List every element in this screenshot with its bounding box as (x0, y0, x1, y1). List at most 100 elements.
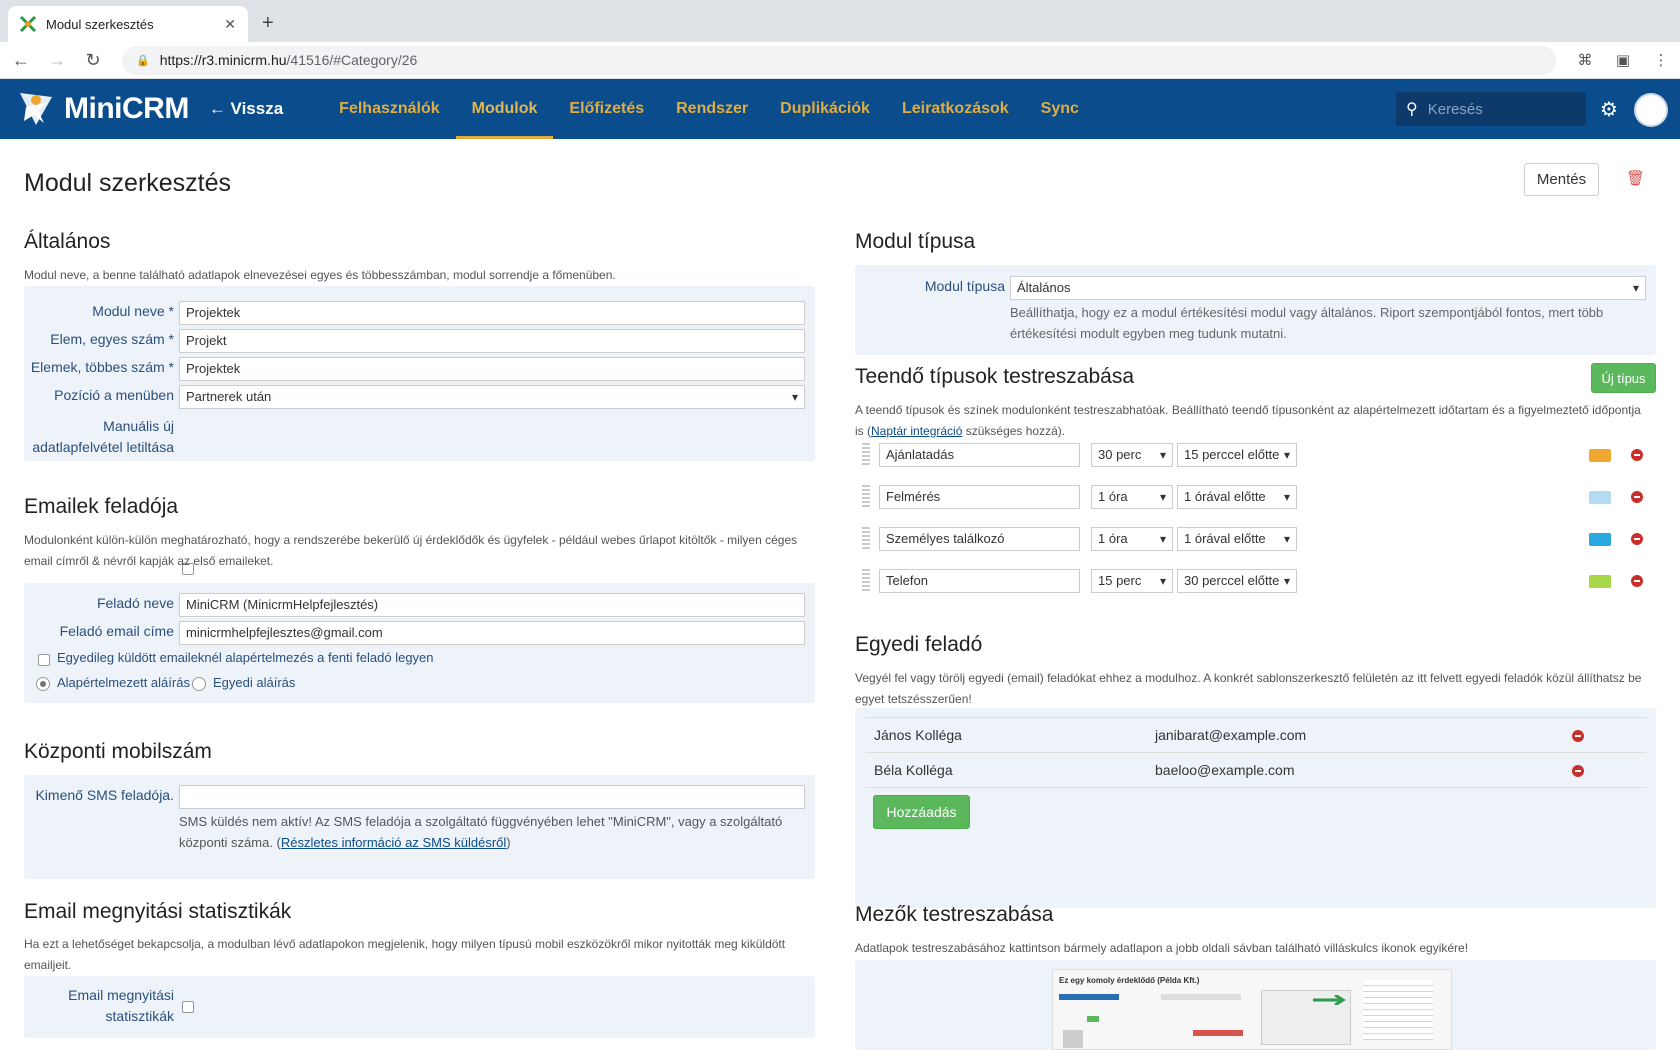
sender-row-email: janibarat@example.com (1155, 727, 1307, 743)
todo-desc-line2-suffix: szükséges hozzá). (962, 424, 1066, 438)
sig-default-label: Alapértelmezett aláírás (57, 675, 190, 690)
todo-reminder-select[interactable]: 30 perccel előtte (1177, 569, 1297, 593)
individual-default-checkbox[interactable] (38, 654, 50, 666)
sig-custom-radio[interactable] (192, 677, 206, 691)
email-sender-desc-line2: email címről & névről kapják az első ema… (24, 554, 274, 568)
nav-item-modulok[interactable]: Modulok (455, 79, 554, 139)
module-type-select[interactable]: Általános (1010, 276, 1646, 300)
fields-desc: Adatlapok testreszabásához kattintson bá… (855, 941, 1469, 955)
todo-type-name-input[interactable]: Telefon (879, 569, 1080, 593)
fields-preview-image: Ez egy komoly érdeklődő (Példa Kft.) (1052, 969, 1452, 1050)
minicrm-favicon-icon (19, 15, 37, 33)
nav-item-duplikaciok[interactable]: Duplikációk (764, 79, 886, 139)
position-label: Pozíció a menüben (54, 387, 174, 403)
preview-arrow-icon (1313, 992, 1349, 1007)
singular-input[interactable]: Projekt (179, 329, 805, 353)
todo-reminder-select[interactable]: 15 perccel előtte (1177, 443, 1297, 467)
email-sender-desc: Modulonként külön-külön meghatározható, … (24, 530, 824, 572)
todo-type-name-input[interactable]: Felmérés (879, 485, 1080, 509)
search-input[interactable]: ⚲ Keresés (1396, 92, 1586, 126)
sms-note-line1: SMS küldés nem aktív! Az SMS feladója a … (179, 814, 783, 829)
remove-todo-type-icon[interactable] (1631, 449, 1643, 461)
stats-desc-line1: Ha ezt a lehetőséget bekapcsolja, a modu… (24, 937, 786, 951)
email-sender-title: Emailek feladója (24, 495, 179, 518)
todo-duration-select[interactable]: 1 óra (1091, 485, 1173, 509)
todo-duration-select[interactable]: 1 óra (1091, 527, 1173, 551)
todo-duration-select[interactable]: 30 perc (1091, 443, 1173, 467)
todo-reminder-select[interactable]: 1 órával előtte (1177, 485, 1297, 509)
todo-color-swatch[interactable] (1589, 491, 1611, 504)
sms-note: SMS küldés nem aktív! Az SMS feladója a … (179, 811, 809, 853)
avatar[interactable] (1634, 93, 1668, 127)
add-sender-button[interactable]: Hozzáadás (873, 795, 970, 829)
url-field[interactable]: 🔒 https://r3.minicrm.hu/41516/#Category/… (122, 45, 1556, 75)
custom-sender-desc-line1: Vegyél fel vagy törölj egyedi (email) fe… (855, 671, 1642, 685)
page-title: Modul szerkesztés (24, 169, 232, 197)
sig-default-radio[interactable] (36, 677, 50, 691)
sender-email-input[interactable]: minicrmhelpfejlesztes@gmail.com (179, 621, 805, 645)
sms-note-line2-suffix: ) (506, 835, 511, 850)
custom-sender-desc: Vegyél fel vagy törölj egyedi (email) fe… (855, 668, 1655, 710)
nav-item-felhasznalok[interactable]: Felhasználók (323, 79, 455, 139)
drag-handle-icon[interactable] (862, 527, 870, 549)
new-tab-icon[interactable]: + (262, 12, 274, 35)
preview-todo-badge (1087, 1016, 1099, 1022)
sender-name-input[interactable]: MiniCRM (MinicrmHelpfejlesztés) (179, 593, 805, 617)
remove-todo-type-icon[interactable] (1631, 491, 1643, 503)
drag-handle-icon[interactable] (862, 569, 870, 591)
sms-input[interactable] (179, 785, 805, 809)
custom-sender-desc-line2: egyet tetszésszerűen! (855, 692, 972, 706)
nav-item-sync[interactable]: Sync (1025, 79, 1095, 139)
todo-color-swatch[interactable] (1589, 449, 1611, 462)
remove-todo-type-icon[interactable] (1631, 533, 1643, 545)
position-select[interactable]: Partnerek után (179, 385, 805, 409)
sender-email-label: Feladó email címe (59, 623, 174, 639)
todo-color-swatch[interactable] (1589, 575, 1611, 588)
sender-name-label: Feladó neve (96, 595, 174, 611)
save-button[interactable]: Mentés (1524, 163, 1599, 196)
brand-name: MiniCRM (64, 92, 189, 125)
todo-type-name-input[interactable]: Személyes találkozó (879, 527, 1080, 551)
back-link[interactable]: ← Vissza (209, 99, 283, 119)
todo-type-name-input[interactable]: Ajánlatadás (879, 443, 1080, 467)
module-type-help-line1: Beállíthatja, hogy ez a modul értékesíté… (1010, 305, 1604, 320)
translate-icon[interactable]: ⌘ (1566, 51, 1604, 69)
clipboard-icon[interactable]: ▣ (1604, 51, 1642, 69)
page-content: Modul szerkesztés Mentés 🗑 Általános Mod… (0, 139, 1680, 1050)
drag-handle-icon[interactable] (862, 443, 870, 465)
app-header: MiniCRM ← Vissza Felhasználók Modulok El… (0, 79, 1680, 139)
remove-sender-icon[interactable] (1572, 765, 1584, 777)
nav-item-elofizetes[interactable]: Előfizetés (553, 79, 660, 139)
stats-checkbox[interactable] (182, 1001, 194, 1013)
browser-tab[interactable]: Modul szerkesztés ✕ (8, 6, 248, 42)
calendar-integration-link[interactable]: Naptár integráció (871, 424, 962, 438)
todo-types-desc-line1: A teendő típusok és színek modulonként t… (855, 403, 1641, 417)
drag-handle-icon[interactable] (862, 485, 870, 507)
nav-item-leiratkozasok[interactable]: Leiratkozások (886, 79, 1025, 139)
individual-default-label: Egyedileg küldött emaileknél alapértelme… (57, 650, 434, 665)
fields-title: Mezők testreszabása (855, 903, 1054, 926)
forward-arrow-icon[interactable]: → (42, 50, 72, 71)
todo-reminder-select[interactable]: 1 órával előtte (1177, 527, 1297, 551)
todo-types-desc: A teendő típusok és színek modulonként t… (855, 400, 1655, 442)
sender-row-name: János Kolléga (874, 727, 962, 743)
remove-todo-type-icon[interactable] (1631, 575, 1643, 587)
general-title: Általános (24, 230, 111, 253)
manual-label: Manuális új adatlapfelvétel letiltása (24, 416, 174, 458)
nav-item-rendszer[interactable]: Rendszer (660, 79, 764, 139)
new-type-button[interactable]: Új típus (1591, 363, 1656, 393)
minicrm-logo[interactable]: MiniCRM (16, 89, 189, 129)
back-arrow-icon[interactable]: ← (6, 50, 36, 71)
minicrm-logo-icon (16, 89, 56, 129)
trash-icon[interactable]: 🗑 (1626, 169, 1645, 187)
remove-sender-icon[interactable] (1572, 730, 1584, 742)
todo-color-swatch[interactable] (1589, 533, 1611, 546)
reload-icon[interactable]: ↻ (78, 50, 108, 71)
module-name-input[interactable]: Projektek (179, 301, 805, 325)
close-tab-icon[interactable]: ✕ (224, 16, 236, 33)
plural-input[interactable]: Projektek (179, 357, 805, 381)
gear-icon[interactable]: ⚙ (1600, 97, 1618, 122)
todo-duration-select[interactable]: 15 perc (1091, 569, 1173, 593)
sms-info-link[interactable]: Részletes információ az SMS küldésről (281, 835, 506, 850)
menu-dots-icon[interactable]: ⋮ (1642, 51, 1680, 69)
